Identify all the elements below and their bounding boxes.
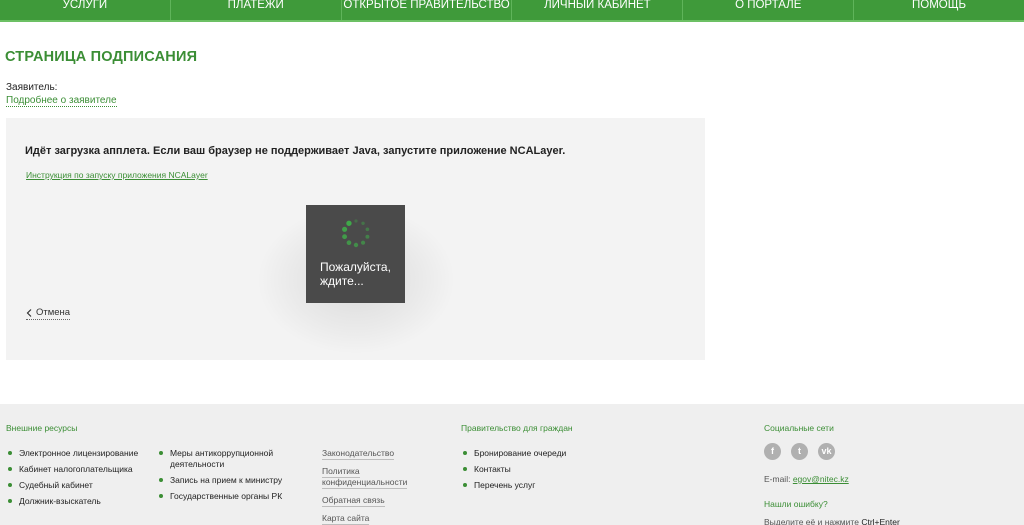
spinner-dot bbox=[342, 226, 348, 232]
footer-link-taxpayer-cabinet[interactable]: Кабинет налогоплательщика bbox=[6, 464, 146, 475]
footer-gov-list: Бронирование очереди Контакты Перечень у… bbox=[461, 448, 621, 496]
footer-link-gov-bodies[interactable]: Государственные органы РК bbox=[157, 491, 307, 502]
footer-link-court-cabinet[interactable]: Судебный кабинет bbox=[6, 480, 146, 491]
footer-link-legislation[interactable]: Законодательство bbox=[322, 448, 432, 460]
nav-item-open-government[interactable]: Открытое правительство bbox=[340, 0, 512, 20]
applicant-label: Заявитель: bbox=[6, 82, 58, 93]
footer-external-list-2: Меры антикоррупционной деятельности Запи… bbox=[157, 448, 307, 507]
footer-link-feedback[interactable]: Обратная связь bbox=[322, 495, 432, 507]
report-error-keys: Ctrl+Enter bbox=[861, 517, 900, 525]
footer-link-privacy-policy[interactable]: Политика конфиденциальности bbox=[322, 466, 432, 489]
footer-external-title: Внешние ресурсы bbox=[6, 423, 78, 433]
email-row: E-mail: egov@nitec.kz bbox=[764, 474, 849, 484]
nav-item-services[interactable]: Услуги bbox=[0, 0, 170, 20]
footer-link-services-list[interactable]: Перечень услуг bbox=[461, 480, 621, 491]
spinner-dot bbox=[353, 242, 359, 248]
spinner-dot bbox=[365, 227, 370, 232]
loading-spinner-box: Пожалуйста, ждите... bbox=[306, 205, 405, 303]
footer-site-links: Законодательство Политика конфиденциальн… bbox=[322, 448, 432, 525]
please-wait-line1: Пожалуйста, bbox=[320, 260, 391, 274]
spinner-dot bbox=[361, 221, 365, 226]
top-nav: Услуги Платежи Открытое правительство Ли… bbox=[0, 0, 1024, 20]
spinner-icon bbox=[342, 219, 370, 248]
spinner-dot bbox=[360, 240, 366, 245]
cancel-label: Отмена bbox=[36, 307, 71, 318]
cancel-button[interactable]: Отмена bbox=[26, 307, 71, 320]
report-error-hint-text: Выделите её и нажмите bbox=[764, 517, 859, 525]
report-error-hint: Выделите её и нажмите Ctrl+Enter bbox=[764, 517, 900, 525]
footer-link-anticorruption[interactable]: Меры антикоррупционной деятельности bbox=[157, 448, 307, 470]
nav-item-payments[interactable]: Платежи bbox=[169, 0, 341, 20]
footer-link-e-licensing[interactable]: Электронное лицензирование bbox=[6, 448, 146, 459]
please-wait-line2: ждите... bbox=[320, 274, 364, 288]
vk-icon[interactable]: vk bbox=[818, 443, 835, 460]
footer-external-list-1: Электронное лицензирование Кабинет налог… bbox=[6, 448, 146, 512]
applicant-details-link[interactable]: Подробнее о заявителе bbox=[6, 95, 117, 107]
social-icons: f t vk bbox=[764, 443, 835, 460]
spinner-dot bbox=[346, 220, 352, 226]
nav-item-about-portal[interactable]: О портале bbox=[682, 0, 853, 20]
spinner-dot bbox=[354, 219, 358, 223]
report-error-title: Нашли ошибку? bbox=[764, 499, 828, 509]
footer-link-debtor[interactable]: Должник-взыскатель bbox=[6, 496, 146, 507]
spinner-dot bbox=[346, 240, 352, 246]
facebook-icon[interactable]: f bbox=[764, 443, 781, 460]
footer-link-minister-appointment[interactable]: Запись на прием к министру bbox=[157, 475, 307, 486]
app-root: Услуги Платежи Открытое правительство Ли… bbox=[0, 0, 1024, 525]
twitter-icon[interactable]: t bbox=[791, 443, 808, 460]
applet-loading-message: Идёт загрузка апплета. Если ваш браузер … bbox=[25, 145, 566, 157]
chevron-left-icon bbox=[26, 308, 32, 317]
footer-link-contacts[interactable]: Контакты bbox=[461, 464, 621, 475]
email-label: E-mail: bbox=[764, 474, 791, 484]
please-wait-text: Пожалуйста, ждите... bbox=[320, 260, 391, 288]
spinner-dot bbox=[342, 234, 348, 240]
nav-item-personal-cabinet[interactable]: Личный кабинет bbox=[511, 0, 682, 20]
ncalayer-instruction-link[interactable]: Инструкция по запуску приложения NCALaye… bbox=[26, 170, 208, 180]
footer-link-sitemap[interactable]: Карта сайта bbox=[322, 513, 432, 525]
spinner-dot bbox=[365, 234, 370, 239]
email-link[interactable]: egov@nitec.kz bbox=[793, 474, 849, 484]
footer-social-title: Социальные сети bbox=[764, 423, 834, 433]
footer-gov-title: Правительство для граждан bbox=[461, 423, 573, 433]
nav-divider bbox=[0, 20, 1024, 22]
page-title: СТРАНИЦА ПОДПИСАНИЯ bbox=[5, 49, 198, 65]
footer-link-queue-booking[interactable]: Бронирование очереди bbox=[461, 448, 621, 459]
nav-item-help[interactable]: Помощь bbox=[853, 0, 1024, 20]
